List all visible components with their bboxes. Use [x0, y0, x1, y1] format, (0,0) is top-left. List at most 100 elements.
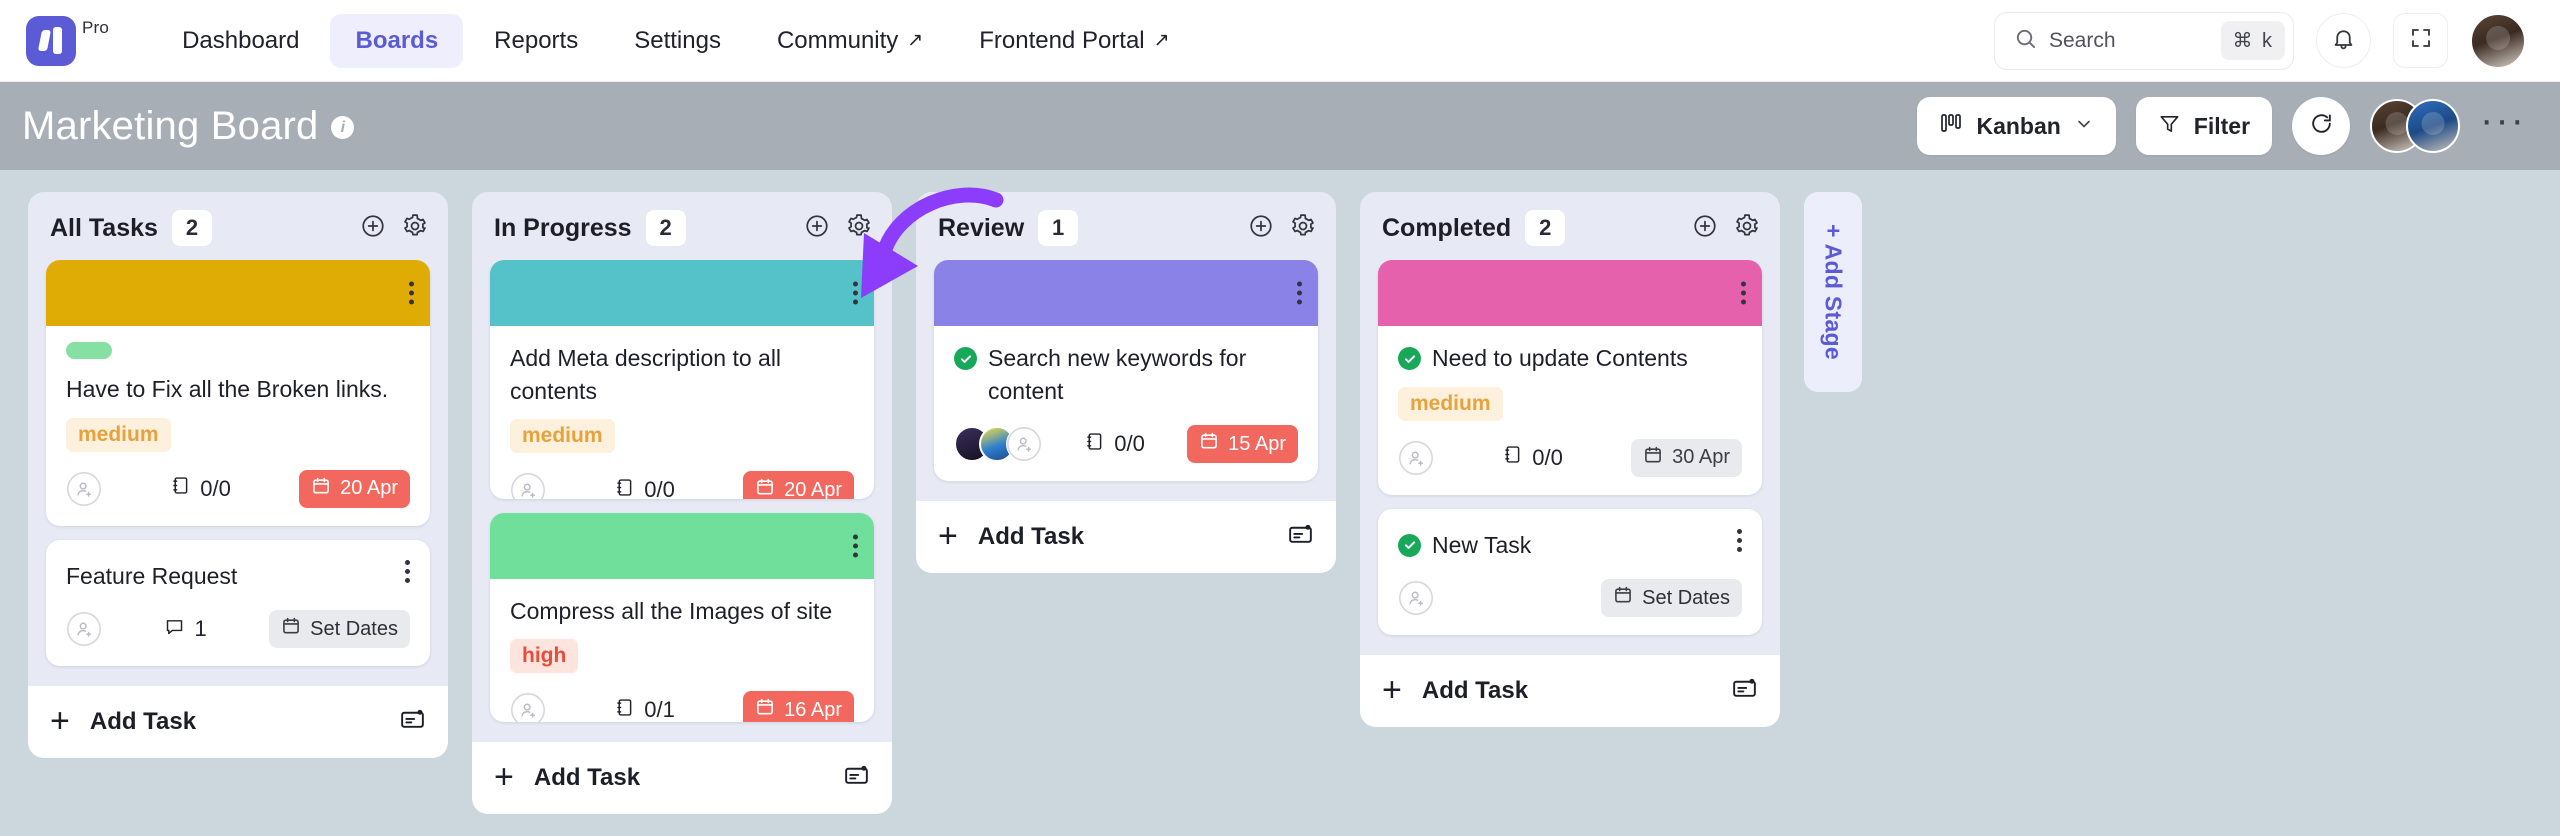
card-date-badge[interactable]: 15 Apr — [1187, 425, 1298, 464]
fullscreen-icon — [2409, 26, 2433, 55]
gear-icon[interactable] — [402, 213, 428, 244]
task-card-add-meta-description[interactable]: Add Meta description to all contents medi… — [490, 260, 874, 499]
calendar-icon — [311, 476, 331, 502]
task-card-fix-broken-links[interactable]: Have to Fix all the Broken links. medium 0… — [46, 260, 430, 526]
card-template-icon[interactable] — [399, 706, 426, 738]
nav-item-dashboard[interactable]: Dashboard — [157, 14, 324, 68]
card-cover — [46, 260, 430, 326]
card-date-badge[interactable]: 20 Apr — [299, 469, 410, 508]
card-footer: 0/0 15 Apr — [954, 425, 1298, 464]
checklist-icon — [1502, 444, 1523, 471]
add-task-button[interactable]: + Add Task — [472, 742, 892, 814]
card-menu-icon[interactable] — [853, 281, 858, 305]
task-card-feature-request[interactable]: Feature Request 1 Set Dates — [46, 539, 430, 667]
task-card-new-task[interactable]: New Task Set Dates — [1378, 508, 1762, 636]
column-cards: Have to Fix all the Broken links. medium 0… — [28, 260, 448, 676]
task-card-compress-images[interactable]: Compress all the Images of site high 0/1 16… — [490, 512, 874, 722]
add-person-icon[interactable] — [1398, 440, 1434, 476]
card-cover — [1378, 260, 1762, 326]
view-selector-label: Kanban — [1976, 112, 2061, 139]
card-date-badge[interactable]: Set Dates — [269, 610, 410, 649]
card-title: New Task — [1398, 529, 1531, 562]
nav-item-boards[interactable]: Boards — [330, 13, 464, 68]
notifications-button[interactable] — [2316, 13, 2371, 68]
board-members[interactable] — [2370, 99, 2461, 153]
card-menu-icon[interactable] — [1737, 528, 1742, 552]
plus-icon: + — [938, 517, 958, 556]
card-menu-icon[interactable] — [409, 281, 414, 305]
view-selector-kanban[interactable]: Kanban — [1917, 97, 2116, 155]
add-person-icon[interactable] — [1398, 580, 1434, 616]
plus-circle-icon[interactable] — [360, 213, 386, 244]
card-template-icon[interactable] — [843, 762, 870, 794]
nav-item-settings[interactable]: Settings — [609, 14, 746, 68]
card-date-badge[interactable]: 30 Apr — [1631, 438, 1742, 477]
column-actions — [804, 213, 872, 244]
priority-badge: high — [510, 639, 579, 674]
calendar-icon — [281, 616, 301, 642]
column-count-badge: 1 — [1038, 210, 1079, 246]
completed-check-icon[interactable] — [1398, 347, 1421, 370]
card-menu-icon[interactable] — [1297, 281, 1302, 305]
add-task-button[interactable]: + Add Task — [1360, 655, 1780, 728]
plus-circle-icon[interactable] — [1692, 213, 1718, 244]
task-card-need-update-contents[interactable]: Need to update Contents medium 0/0 30 Apr — [1378, 260, 1762, 495]
brand-logo[interactable]: Pro — [26, 15, 110, 66]
card-checklist: 0/0 — [614, 477, 675, 499]
card-date-badge[interactable]: Set Dates — [1601, 579, 1742, 618]
nav-item-reports[interactable]: Reports — [469, 14, 603, 68]
gear-icon[interactable] — [846, 213, 872, 244]
card-date-badge[interactable]: 16 Apr — [743, 691, 854, 722]
column-header: All Tasks 2 — [28, 192, 448, 260]
board-more-menu[interactable]: ··· — [2480, 100, 2526, 140]
add-person-icon[interactable] — [66, 471, 102, 507]
card-cover — [490, 512, 874, 579]
plus-circle-icon[interactable] — [1248, 213, 1274, 244]
nav-item-label: Dashboard — [182, 26, 300, 54]
add-task-button[interactable]: + Add Task — [916, 501, 1336, 574]
card-menu-icon[interactable] — [1741, 281, 1746, 305]
refresh-button[interactable] — [2292, 97, 2351, 155]
add-person-icon[interactable] — [510, 472, 546, 499]
add-task-label: Add Task — [89, 708, 197, 736]
gear-icon[interactable] — [1734, 213, 1760, 244]
filter-button[interactable]: Filter — [2135, 97, 2273, 155]
card-template-icon[interactable] — [1287, 521, 1314, 553]
add-person-icon[interactable] — [66, 611, 102, 647]
card-menu-icon[interactable] — [853, 534, 858, 558]
column-actions — [1692, 213, 1760, 244]
info-icon[interactable]: i — [331, 116, 355, 139]
gear-icon[interactable] — [1290, 213, 1316, 244]
nav-item-community[interactable]: Community ↗ — [752, 14, 948, 68]
card-assignees[interactable] — [954, 426, 1042, 463]
kanban-column-all-tasks: All Tasks 2 Have to Fix all the Broken lin… — [28, 192, 448, 759]
nav-item-label: Community — [776, 26, 899, 54]
add-person-icon[interactable] — [510, 692, 546, 722]
card-cover — [934, 260, 1318, 326]
calendar-icon — [755, 477, 775, 498]
plus-circle-icon[interactable] — [804, 213, 830, 244]
card-date-badge[interactable]: 20 Apr — [743, 471, 854, 499]
card-title: Search new keywords for content — [954, 342, 1298, 407]
user-avatar[interactable] — [2470, 12, 2526, 69]
nav-item-frontend-portal[interactable]: Frontend Portal ↗ — [954, 14, 1194, 68]
fullscreen-button[interactable] — [2393, 13, 2448, 68]
add-task-button[interactable]: + Add Task — [28, 686, 448, 759]
nav-item-label: Settings — [634, 26, 721, 54]
add-person-icon[interactable] — [1006, 426, 1042, 463]
avatar[interactable] — [2406, 99, 2461, 153]
board-header: Marketing Board i Kanban Filter ··· — [0, 82, 2560, 298]
search-input[interactable]: Search ⌘ k — [1994, 11, 2294, 70]
completed-check-icon[interactable] — [954, 347, 977, 370]
card-checklist: 0/0 — [170, 475, 231, 502]
column-actions — [1248, 213, 1316, 244]
completed-check-icon[interactable] — [1398, 533, 1421, 557]
task-card-search-new-keywords[interactable]: Search new keywords for content 0/0 15 Apr — [934, 260, 1318, 482]
card-template-icon[interactable] — [1731, 675, 1758, 707]
checklist-icon — [614, 477, 635, 499]
brand-plan-tag: Pro — [82, 17, 110, 37]
card-menu-icon[interactable] — [405, 559, 410, 583]
column-cards: Need to update Contents medium 0/0 30 Apr Ne… — [1360, 260, 1780, 645]
add-stage-button[interactable]: + Add Stage — [1804, 192, 1862, 392]
search-shortcut-badge: ⌘ k — [2221, 21, 2285, 60]
